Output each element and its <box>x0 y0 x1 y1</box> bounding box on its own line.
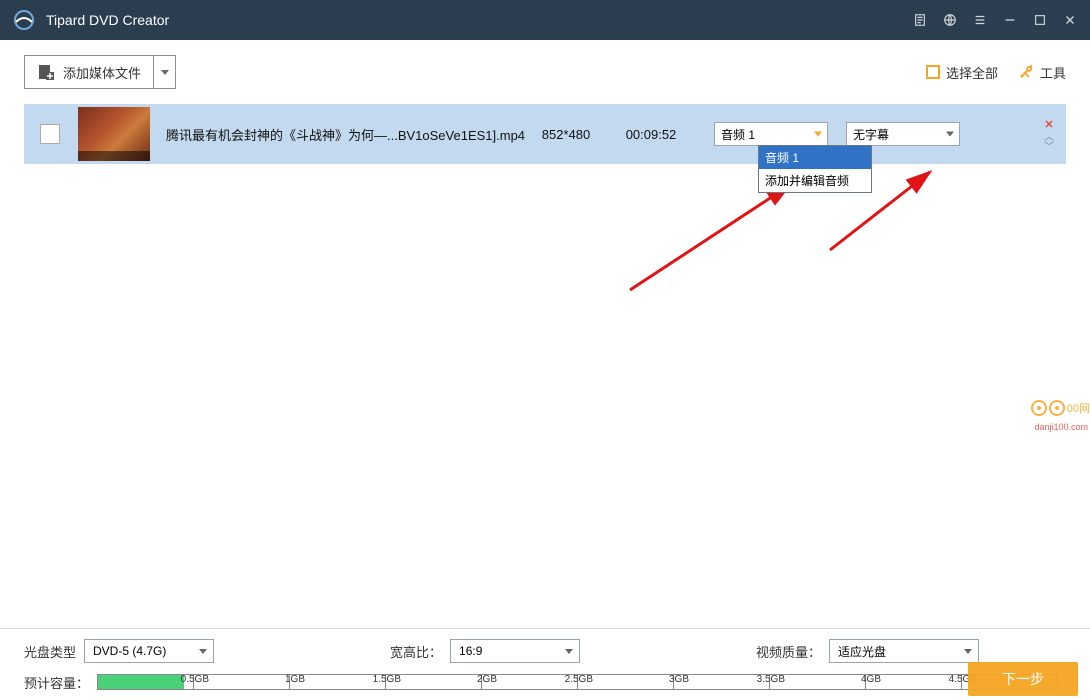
close-button[interactable] <box>1062 12 1078 28</box>
add-media-label: 添加媒体文件 <box>63 63 141 82</box>
titlebar-controls <box>912 12 1078 28</box>
resolution-label: 852*480 <box>526 127 606 142</box>
globe-icon[interactable] <box>942 12 958 28</box>
add-media-dropdown-caret[interactable] <box>153 55 175 89</box>
app-title: Tipard DVD Creator <box>46 12 912 28</box>
aspect-value: 16:9 <box>459 644 482 658</box>
capacity-label: 预计容量： <box>24 673 89 692</box>
row-checkbox[interactable] <box>40 124 60 144</box>
tools-button[interactable]: 工具 <box>1018 63 1066 82</box>
quality-value: 适应光盘 <box>838 643 886 660</box>
maximize-button[interactable] <box>1032 12 1048 28</box>
audio-option-add-edit[interactable]: 添加并编辑音频 <box>759 169 871 192</box>
media-row[interactable]: 腾讯最有机会封神的《斗战神》为何—...BV1oSeVe1ES1].mp4 85… <box>24 104 1066 164</box>
disc-type-dropdown[interactable]: DVD-5 (4.7G) <box>84 639 214 663</box>
chevron-down-icon <box>964 649 972 654</box>
select-all-checkbox[interactable]: 选择全部 <box>926 63 998 82</box>
aspect-label: 宽高比： <box>390 642 442 661</box>
video-thumbnail[interactable] <box>78 107 150 161</box>
add-media-main[interactable]: 添加媒体文件 <box>25 63 153 82</box>
filename-label: 腾讯最有机会封神的《斗战神》为何—...BV1oSeVe1ES1].mp4 <box>166 125 526 144</box>
subtitle-selected-label: 无字幕 <box>853 126 889 143</box>
checkbox-icon <box>926 65 940 79</box>
watermark-text: 00网 <box>1067 400 1090 416</box>
audio-track-dropdown[interactable]: 音频 1 <box>714 122 828 146</box>
audio-dropdown-menu: 音频 1 添加并编辑音频 <box>758 145 872 193</box>
bottom-panel: 光盘类型 DVD-5 (4.7G) 宽高比： 16:9 视频质量： 适应光盘 预… <box>0 628 1090 700</box>
titlebar: Tipard DVD Creator <box>0 0 1090 40</box>
subtitle-dropdown[interactable]: 无字幕 <box>846 122 960 146</box>
disc-type-label: 光盘类型 <box>24 642 76 661</box>
bottom-settings-row: 光盘类型 DVD-5 (4.7G) 宽高比： 16:9 视频质量： 适应光盘 <box>24 635 1066 667</box>
capacity-row: 预计容量： 0.5GB 1GB 1.5GB 2GB 2.5GB 3GB 3.5G… <box>24 667 1066 697</box>
chevron-down-icon <box>199 649 207 654</box>
capacity-bar: 0.5GB 1GB 1.5GB 2GB 2.5GB 3GB 3.5GB 4GB … <box>97 674 1058 690</box>
move-up-button[interactable]: ︿ <box>1044 134 1054 141</box>
next-label: 下一步 <box>1002 669 1044 689</box>
watermark-sub: danji100.com <box>1034 422 1088 432</box>
add-media-button[interactable]: 添加媒体文件 <box>24 55 176 89</box>
tools-icon <box>1018 64 1034 80</box>
add-file-icon <box>37 63 55 81</box>
next-button[interactable]: 下一步 <box>968 662 1078 696</box>
move-down-button[interactable]: ﹀ <box>1044 144 1054 151</box>
capacity-ticks: 0.5GB 1GB 1.5GB 2GB 2.5GB 3GB 3.5GB 4GB … <box>98 675 1057 689</box>
chevron-down-icon <box>946 132 954 137</box>
chevron-down-icon <box>565 649 573 654</box>
row-actions: ✕ ︿ ﹀ <box>1044 118 1056 151</box>
file-icon[interactable] <box>912 12 928 28</box>
duration-label: 00:09:52 <box>606 127 696 142</box>
disc-type-value: DVD-5 (4.7G) <box>93 644 166 658</box>
aspect-dropdown[interactable]: 16:9 <box>450 639 580 663</box>
quality-label: 视频质量： <box>756 642 821 661</box>
media-list: 腾讯最有机会封神的《斗战神》为何—...BV1oSeVe1ES1].mp4 85… <box>0 104 1090 164</box>
audio-selected-label: 音频 1 <box>721 126 755 143</box>
audio-option-1[interactable]: 音频 1 <box>759 146 871 169</box>
watermark: 00网 danji100.com <box>1031 400 1090 416</box>
quality-dropdown[interactable]: 适应光盘 <box>829 639 979 663</box>
menu-icon[interactable] <box>972 12 988 28</box>
app-logo-icon <box>12 8 36 32</box>
tools-label: 工具 <box>1040 63 1066 82</box>
select-all-label: 选择全部 <box>946 63 998 82</box>
remove-row-button[interactable]: ✕ <box>1044 118 1053 131</box>
toolbar: 添加媒体文件 选择全部 工具 <box>0 40 1090 104</box>
minimize-button[interactable] <box>1002 12 1018 28</box>
chevron-down-icon <box>814 132 822 137</box>
